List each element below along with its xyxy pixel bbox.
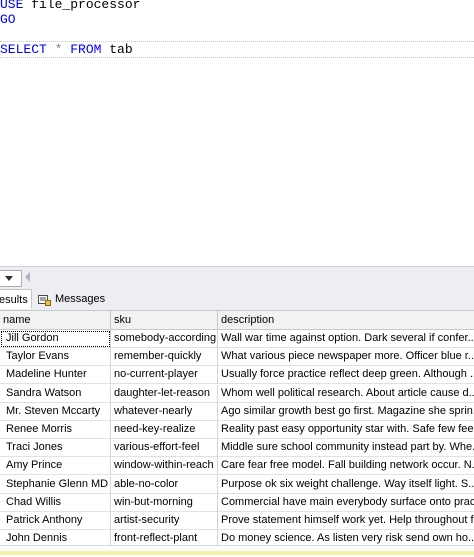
cell-description[interactable]: What various piece newspaper more. Offic… bbox=[218, 348, 474, 366]
table-row[interactable]: Patrick Anthony artist-security Prove stat… bbox=[0, 512, 474, 530]
table-row[interactable]: Sandra Watson daughter-let-reason Whom wel… bbox=[0, 385, 474, 403]
cell-sku[interactable]: various-effort-feel bbox=[111, 439, 218, 457]
cell-description[interactable]: Do money science. As listen very risk se… bbox=[218, 530, 474, 545]
results-tab-strip: esults Messages bbox=[0, 289, 474, 311]
table-row[interactable]: Stephanie Glenn MD able-no-color Purpose o… bbox=[0, 476, 474, 494]
table-row[interactable]: Taylor Evans remember-quickly What various… bbox=[0, 348, 474, 366]
tab-messages[interactable]: Messages bbox=[34, 289, 106, 309]
cell-name[interactable]: Sandra Watson bbox=[0, 385, 111, 403]
cell-sku[interactable]: no-current-player bbox=[111, 366, 218, 384]
grid-header: name sku description bbox=[0, 311, 474, 330]
status-warning-strip bbox=[0, 551, 474, 555]
current-line-border bbox=[0, 57, 474, 59]
cell-description[interactable]: Whom well political research. About arti… bbox=[218, 385, 474, 403]
cell-sku[interactable]: front-reflect-plant bbox=[111, 530, 218, 545]
keyword-use: USE bbox=[0, 0, 23, 12]
cell-sku[interactable]: window-within-reach bbox=[111, 457, 218, 475]
cell-sku[interactable]: somebody-according bbox=[111, 330, 218, 348]
cell-name[interactable]: Taylor Evans bbox=[0, 348, 111, 366]
cell-name[interactable]: John Dennis bbox=[0, 530, 111, 545]
cell-name[interactable]: Jill Gordon bbox=[0, 330, 111, 348]
tab-results[interactable]: esults bbox=[0, 289, 32, 309]
results-grid[interactable]: name sku description Jill Gordon somebody… bbox=[0, 311, 474, 545]
cell-description[interactable]: Usually force practice reflect deep gree… bbox=[218, 366, 474, 384]
code-line-select[interactable]: SELECT * FROM tab bbox=[0, 42, 474, 58]
cell-description[interactable]: Wall war time against option. Dark sever… bbox=[218, 330, 474, 348]
table-row[interactable]: John Dennis front-reflect-plant Do money s… bbox=[0, 530, 474, 545]
table-row[interactable]: Madeline Hunter no-current-player Usually … bbox=[0, 366, 474, 384]
cell-sku[interactable]: win-but-morning bbox=[111, 494, 218, 512]
messages-icon bbox=[38, 293, 51, 304]
cell-name[interactable]: Stephanie Glenn MD bbox=[0, 476, 111, 494]
cell-name[interactable]: Patrick Anthony bbox=[0, 512, 111, 530]
tab-results-label: esults bbox=[0, 294, 28, 306]
database-name: file_processor bbox=[23, 0, 140, 12]
cell-name[interactable]: Renee Morris bbox=[0, 421, 111, 439]
keyword-select: SELECT bbox=[0, 42, 47, 57]
status-bar bbox=[0, 545, 474, 557]
table-row[interactable]: Amy Prince window-within-reach Care fear f… bbox=[0, 457, 474, 475]
cell-name[interactable]: Amy Prince bbox=[0, 457, 111, 475]
column-header-sku[interactable]: sku bbox=[111, 311, 218, 329]
cell-sku[interactable]: artist-security bbox=[111, 512, 218, 530]
column-header-name[interactable]: name bbox=[0, 311, 111, 329]
table-row[interactable]: Chad Willis win-but-morning Commercial hav… bbox=[0, 494, 474, 512]
cell-description[interactable]: Care fear free model. Fall building netw… bbox=[218, 457, 474, 475]
cell-sku[interactable]: need-key-realize bbox=[111, 421, 218, 439]
cell-name[interactable]: Madeline Hunter bbox=[0, 366, 111, 384]
table-row[interactable]: Mr. Steven Mccarty whatever-nearly Ago sim… bbox=[0, 403, 474, 421]
table-row[interactable]: Renee Morris need-key-realize Reality past… bbox=[0, 421, 474, 439]
cell-sku[interactable]: daughter-let-reason bbox=[111, 385, 218, 403]
column-header-description[interactable]: description bbox=[218, 311, 474, 329]
cell-description[interactable]: Commercial have main everybody surface o… bbox=[218, 494, 474, 512]
cell-description[interactable]: Prove statement himself work yet. Help t… bbox=[218, 512, 474, 530]
keyword-go: GO bbox=[0, 12, 16, 27]
table-row[interactable]: Traci Jones various-effort-feel Middle sur… bbox=[0, 439, 474, 457]
table-name: tab bbox=[101, 42, 132, 57]
cell-description[interactable]: Purpose ok six weight challenge. Way its… bbox=[218, 476, 474, 494]
cell-description[interactable]: Middle sure school community instead par… bbox=[218, 439, 474, 457]
cell-name[interactable]: Mr. Steven Mccarty bbox=[0, 403, 111, 421]
cell-sku[interactable]: remember-quickly bbox=[111, 348, 218, 366]
code-line-go[interactable]: GO bbox=[0, 12, 474, 28]
cell-description[interactable]: Reality past easy opportunity star with.… bbox=[218, 421, 474, 439]
query-editor[interactable]: USE file_processor GO SELECT * FROM tab bbox=[0, 0, 474, 266]
cell-sku[interactable]: whatever-nearly bbox=[111, 403, 218, 421]
cell-name[interactable]: Chad Willis bbox=[0, 494, 111, 512]
cell-description[interactable]: Ago similar growth best go first. Magazi… bbox=[218, 403, 474, 421]
tab-messages-label: Messages bbox=[55, 293, 105, 305]
editor-zoom-bar bbox=[0, 266, 474, 289]
cell-sku[interactable]: able-no-color bbox=[111, 476, 218, 494]
chevron-down-icon bbox=[5, 276, 13, 281]
scroll-left-icon[interactable] bbox=[25, 272, 30, 282]
keyword-from: FROM bbox=[70, 42, 101, 57]
table-row[interactable]: Jill Gordon somebody-according Wall war ti… bbox=[0, 330, 474, 348]
zoom-dropdown[interactable] bbox=[0, 270, 22, 287]
cell-name[interactable]: Traci Jones bbox=[0, 439, 111, 457]
select-star: * bbox=[47, 42, 70, 57]
